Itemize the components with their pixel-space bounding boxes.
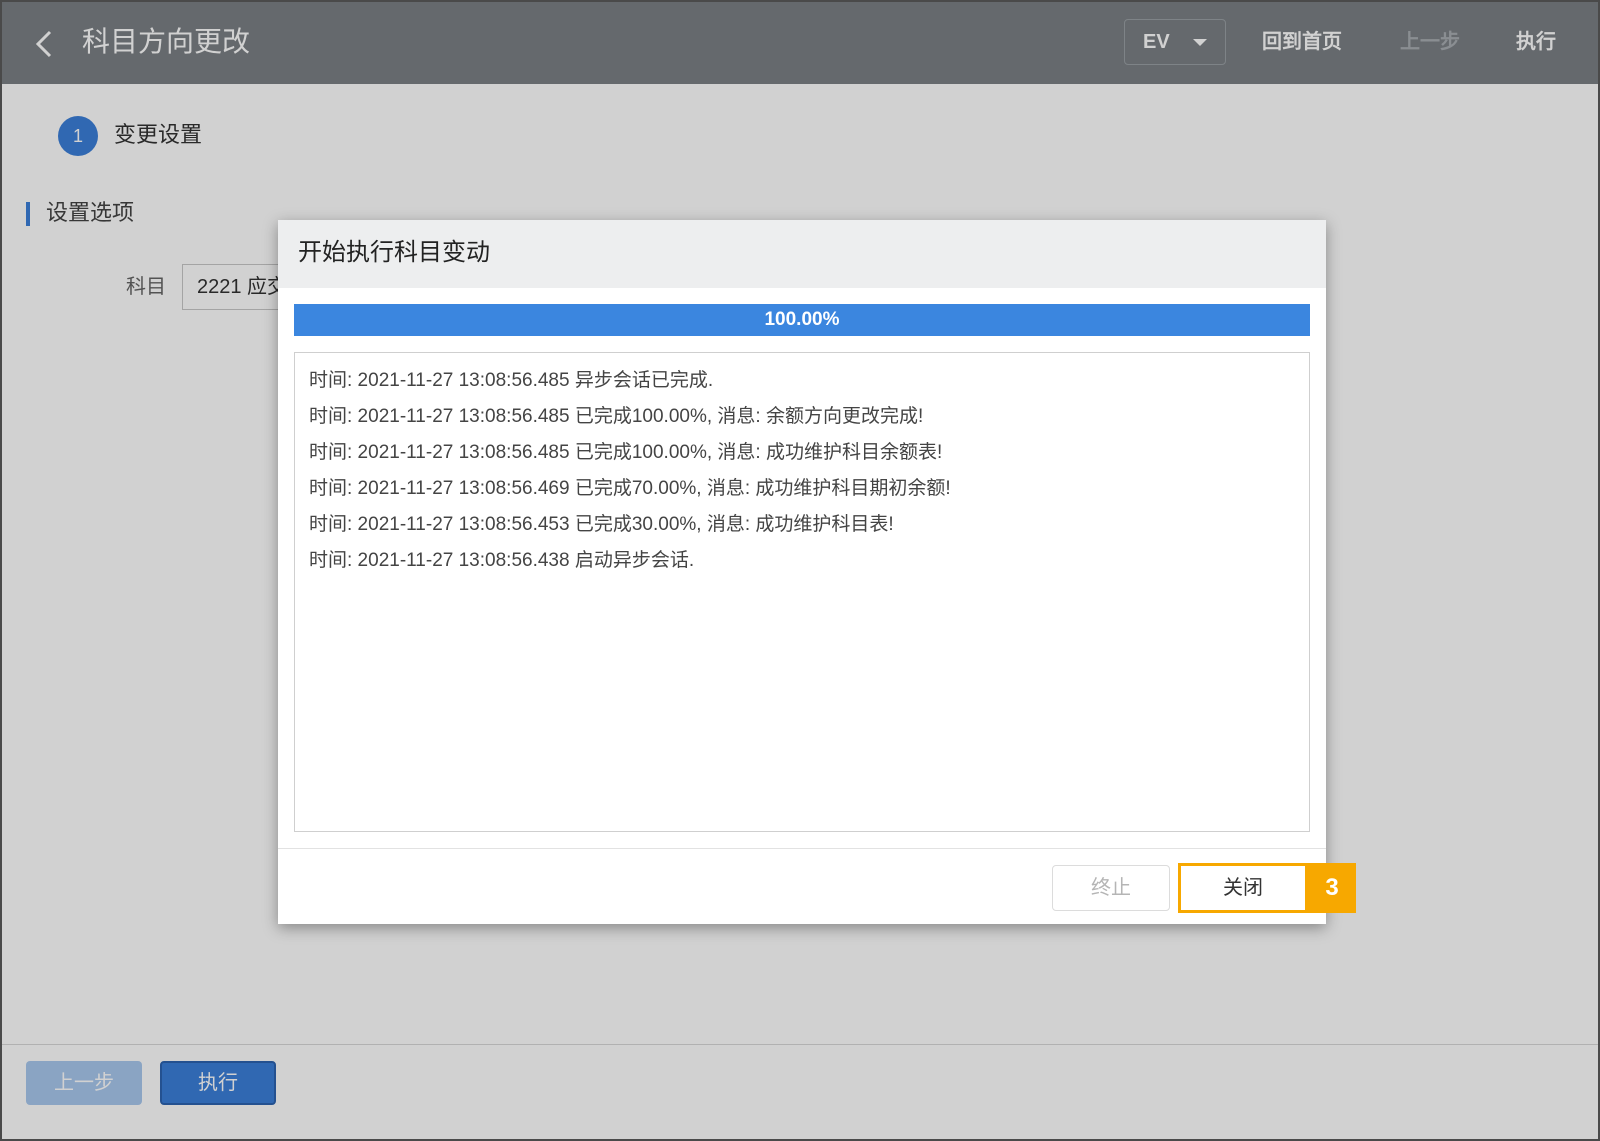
log-line: 时间: 2021-11-27 13:08:56.485 已完成100.00%, … <box>309 442 943 463</box>
close-button[interactable]: 关闭 <box>1178 863 1308 913</box>
stop-button[interactable]: 终止 <box>1052 865 1170 911</box>
log-line: 时间: 2021-11-27 13:08:56.485 异步会话已完成. <box>309 370 714 391</box>
progress-bar: 100.00% <box>294 304 1310 336</box>
log-line: 时间: 2021-11-27 13:08:56.469 已完成70.00%, 消… <box>309 478 951 499</box>
log-line: 时间: 2021-11-27 13:08:56.438 启动异步会话. <box>309 550 695 571</box>
log-line: 时间: 2021-11-27 13:08:56.453 已完成30.00%, 消… <box>309 514 894 535</box>
progress-text: 100.00% <box>764 309 840 330</box>
step-callout-badge: 3 <box>1308 863 1356 913</box>
log-line: 时间: 2021-11-27 13:08:56.485 已完成100.00%, … <box>309 406 924 427</box>
log-output: 时间: 2021-11-27 13:08:56.485 异步会话已完成. 时间: … <box>294 352 1310 832</box>
dialog-header: 开始执行科目变动 <box>278 220 1326 288</box>
app-window: 科目方向更改 EV 回到首页 上一步 执行 1 变更设置 设置选项 科目 222… <box>0 0 1600 1141</box>
execution-dialog: 开始执行科目变动 100.00% 时间: 2021-11-27 13:08:56… <box>278 220 1356 924</box>
dialog-title: 开始执行科目变动 <box>298 239 490 266</box>
dialog-divider <box>278 848 1326 849</box>
